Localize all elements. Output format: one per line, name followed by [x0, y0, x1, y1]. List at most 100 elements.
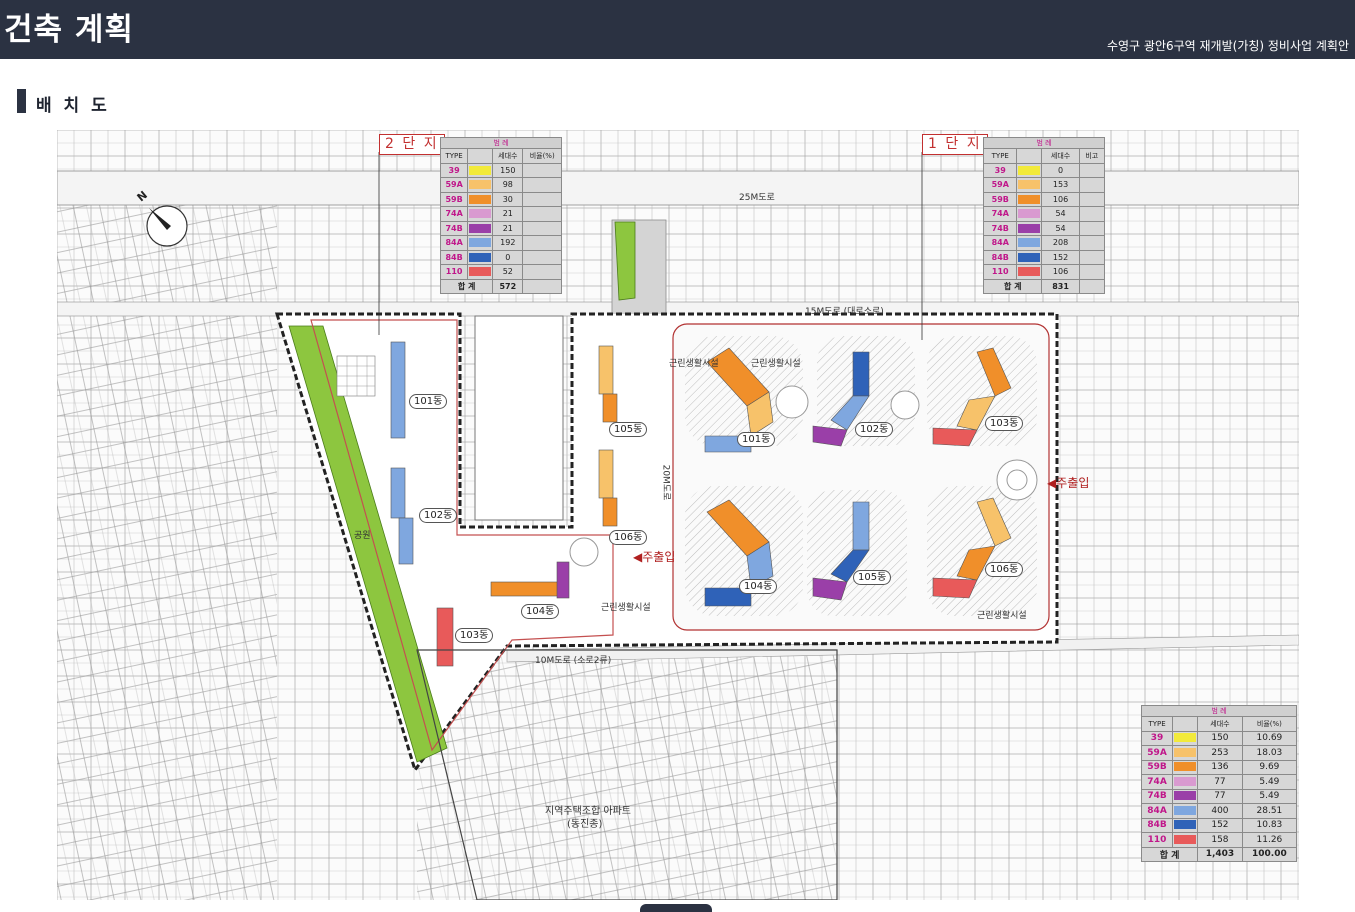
roundabout-3 [996, 459, 1038, 501]
legend-color-swatch [1018, 238, 1041, 248]
legend-row: 84A 400 28.51 [1140, 803, 1298, 819]
road-15m-label: 15M도로 (대로소로) [805, 307, 884, 317]
legend-swatch [467, 220, 494, 236]
legend-type: 84A [982, 235, 1018, 251]
legend-ratio [522, 220, 562, 236]
c2-106-a [598, 449, 614, 499]
legend-swatch [1016, 220, 1043, 236]
legend-color-swatch [1174, 834, 1197, 844]
legend-units: 98 [492, 177, 524, 193]
scroll-handle[interactable] [640, 904, 712, 912]
roundabout-2 [890, 390, 920, 420]
legend-ratio [1078, 206, 1106, 222]
c2-105-a [598, 345, 614, 395]
c2-102-b [398, 517, 414, 565]
c1-building-101-label: 101동 [737, 432, 776, 447]
legend-ratio: 28.51 [1241, 803, 1298, 819]
legend-type: 59B [439, 191, 469, 207]
legend-row: 74B 21 [439, 220, 562, 236]
legend-swatch [1172, 774, 1199, 790]
legend-swatch [1016, 249, 1043, 265]
legend2-col-type: TYPE [439, 148, 469, 164]
c2-building-103-label: 103동 [455, 628, 494, 643]
legend-type: 74B [439, 220, 469, 236]
legend-units: 77 [1197, 774, 1243, 790]
small-park [614, 221, 636, 301]
legend-row: 84A 192 [439, 235, 562, 251]
legend1-col-note: 비고 [1078, 148, 1106, 164]
legend-units: 192 [492, 235, 524, 251]
legend-row: 74A 21 [439, 206, 562, 222]
legend-color-swatch [469, 238, 492, 248]
legend-swatch [1016, 264, 1043, 280]
legend-color-swatch [469, 180, 492, 190]
legend-type: 84B [1140, 817, 1174, 833]
legend-row: 74B 77 5.49 [1140, 788, 1298, 804]
c2-104-b [556, 561, 570, 599]
legend-units: 153 [1041, 177, 1080, 193]
facility-1-bottom-label: 근린생활시설 [977, 611, 1027, 621]
legend-swatch [1172, 803, 1199, 819]
legend-swatch [1016, 162, 1043, 178]
legend-row: 59B 136 9.69 [1140, 759, 1298, 775]
c2-building-106-label: 106동 [609, 530, 648, 545]
legend-swatch [467, 206, 494, 222]
legend-color-swatch [1018, 209, 1041, 219]
legend-type: 84A [1140, 803, 1174, 819]
legend-type: 110 [439, 264, 469, 280]
legend-ratio [522, 162, 562, 178]
legend-type: 74B [982, 220, 1018, 236]
legend2-col-units: 세대수 [492, 148, 524, 164]
legend-row: 59A 253 18.03 [1140, 745, 1298, 761]
c2-106-b [602, 497, 618, 527]
c2-building-105-label: 105동 [609, 422, 648, 437]
legend-ratio: 10.69 [1241, 730, 1298, 746]
legend-type: 74B [1140, 788, 1174, 804]
legend-row: 74A 77 5.49 [1140, 774, 1298, 790]
legend-row: 84B 152 [982, 249, 1106, 265]
main-entrance-center: ◀주출입 [633, 550, 676, 564]
legend-ratio: 9.69 [1241, 759, 1298, 775]
facility-left-label: 근린생활시설 [601, 603, 651, 613]
main-entrance-east: ◀주출입 [1047, 476, 1090, 490]
legend-units: 77 [1197, 788, 1243, 804]
legend-ratio [1078, 220, 1106, 236]
legend-ratio [522, 264, 562, 280]
legend-ratio: 18.03 [1241, 745, 1298, 761]
legend-units: 21 [492, 206, 524, 222]
legend-color-swatch [1018, 252, 1041, 262]
c2-103 [436, 607, 454, 667]
roundabout-4 [569, 537, 599, 567]
legend-row: 59B 30 [439, 191, 562, 207]
legend-complex1: 범 례 TYPE 세대수 비고 39 0 59A 153 59B 106 74A 54 74B 5… [982, 137, 1106, 294]
legend-ratio [1078, 249, 1106, 265]
roundabout-1 [775, 385, 809, 419]
legend-total: 범 례 TYPE 세대수 비율(%) 39 150 10.69 59A 253 18.03… [1140, 705, 1298, 862]
legend-units: 152 [1197, 817, 1243, 833]
legend1-total-label: 합 계 [982, 278, 1043, 294]
legend-type: 59B [1140, 759, 1174, 775]
c1-building-103-label: 103동 [985, 416, 1024, 431]
legend2-total-label: 합 계 [439, 278, 494, 294]
c2-building-102-label: 102동 [419, 508, 458, 523]
legend-swatch [1016, 206, 1043, 222]
legend-row: 84B 152 10.83 [1140, 817, 1298, 833]
main-entrance-center-text: 주출입 [642, 550, 676, 564]
neighbor-apartment-sublabel: (동진종) [567, 819, 603, 830]
facility-1-top-label: 근린생활시설 [751, 359, 801, 369]
road-10m-label: 10M도로 (소로2류) [535, 656, 612, 666]
c1-building-104-label: 104동 [739, 579, 778, 594]
legend-units: 54 [1041, 220, 1080, 236]
legend-swatch [1016, 235, 1043, 251]
legend-type: 84A [439, 235, 469, 251]
legend1-title: 범 례 [983, 137, 1105, 149]
facility-right-label: 근린생활시설 [669, 359, 719, 369]
legend-row: 59A 98 [439, 177, 562, 193]
legend-color-swatch [469, 209, 492, 219]
legend-ratio: 5.49 [1241, 788, 1298, 804]
site-plan-svg: N [57, 130, 1299, 900]
c2-104-a [490, 581, 562, 597]
legend-color-swatch [1174, 776, 1197, 786]
legendT-title: 범 례 [1141, 705, 1297, 717]
legend-ratio [522, 206, 562, 222]
